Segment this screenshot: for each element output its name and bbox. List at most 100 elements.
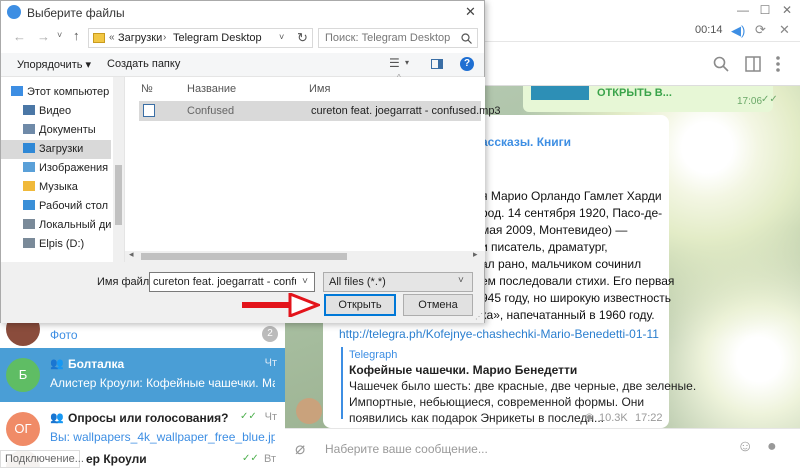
- dialog-titlebar: Выберите файлы ✕: [1, 1, 484, 23]
- read-check-icon: ✓✓: [761, 94, 778, 105]
- resize-grip-icon[interactable]: ⋰: [475, 312, 483, 321]
- chat-time: Вт: [264, 453, 277, 465]
- table-row[interactable]: Confused cureton feat. joegarratt - conf…: [139, 101, 501, 121]
- address-bar[interactable]: « Загрузки › Telegram Desktop ˅ ↻: [88, 28, 313, 48]
- audio-file-icon: [143, 104, 155, 117]
- tree-scrollbar[interactable]: [113, 77, 124, 262]
- drive-icon: [23, 238, 35, 248]
- search-input[interactable]: Поиск: Telegram Desktop: [318, 28, 478, 48]
- avatar[interactable]: [296, 398, 322, 424]
- scrollbar-thumb[interactable]: [141, 253, 347, 260]
- chat-list-item-selected[interactable]: Б 👥 Болталка Чт Алистер Кроули: Кофейные…: [0, 348, 285, 402]
- search-placeholder: Поиск: Telegram Desktop: [325, 32, 451, 44]
- scrollbar-thumb[interactable]: [115, 165, 122, 225]
- sort-indicator-icon: ^: [397, 73, 401, 82]
- chat-time: Чт: [264, 411, 277, 423]
- thumbnail-image: [531, 86, 589, 100]
- chat-time: Чт: [264, 357, 277, 369]
- tree-item-elpis[interactable]: Elpis (D:): [1, 235, 111, 254]
- tree-item-label: Этот компьютер: [27, 86, 110, 98]
- player-time: 00:14: [695, 24, 723, 36]
- column-header-name[interactable]: Имя: [309, 83, 330, 95]
- attach-icon[interactable]: ⌀: [295, 439, 305, 459]
- new-folder-button[interactable]: Создать папку: [107, 58, 180, 70]
- tree-item-video[interactable]: Видео: [1, 102, 111, 121]
- tree-item-label: Локальный дис: [39, 219, 111, 231]
- file-type-value: All files (*.*): [329, 276, 386, 288]
- scroll-left-icon[interactable]: ◂: [129, 249, 134, 260]
- address-dropdown-icon[interactable]: ˅: [279, 32, 284, 42]
- scroll-right-icon[interactable]: ▸: [473, 249, 478, 260]
- tree-item-label: Музыка: [39, 181, 78, 193]
- chat-message-preview: Фото: [50, 328, 78, 342]
- tree-item-label: Elpis (D:): [39, 238, 85, 250]
- chat-list-item[interactable]: ОГ 👥 Опросы или голосования? ✓✓ Чт Вы: w…: [0, 402, 285, 456]
- open-in-label[interactable]: ОТКРЫТЬ В...: [597, 87, 672, 99]
- volume-icon[interactable]: ◀): [731, 23, 745, 39]
- repeat-icon[interactable]: ⟳: [755, 22, 766, 38]
- cancel-button[interactable]: Отмена: [403, 294, 473, 316]
- breadcrumb-item[interactable]: Telegram Desktop: [173, 32, 262, 44]
- tree-item-images[interactable]: Изображения: [1, 159, 111, 178]
- preview-line: появились как подарок Энрикеты в последн…: [349, 411, 604, 425]
- message-input[interactable]: Наберите ваше сообщение...: [325, 442, 488, 456]
- downloads-folder-icon: [23, 143, 35, 153]
- body-line: ал рано, мальчиком сочинил: [481, 257, 642, 271]
- chat-name: ер Кроули: [86, 452, 147, 466]
- organize-button[interactable]: Упорядочить ▾: [17, 58, 91, 71]
- documents-folder-icon: [23, 124, 35, 134]
- tree-item-label: Изображения: [39, 162, 109, 174]
- search-icon[interactable]: [713, 56, 729, 72]
- tree-item-downloads[interactable]: Загрузки: [1, 140, 111, 159]
- file-list: № Название Имя ^ Confused cureton feat. …: [125, 73, 501, 262]
- file-title: Confused: [187, 105, 235, 117]
- message-bubble-pinned: ОТКРЫТЬ В... 17:06 ✓✓: [523, 86, 778, 112]
- sidebar-toggle-icon[interactable]: [745, 56, 761, 72]
- microphone-icon[interactable]: ●: [767, 438, 777, 456]
- close-icon[interactable]: ✕: [465, 4, 476, 20]
- file-type-select[interactable]: All files (*.*) ˅: [323, 272, 473, 292]
- filename-dropdown-icon[interactable]: ˅: [296, 273, 314, 291]
- view-options-icon[interactable]: ☰: [389, 56, 400, 70]
- avatar: Б: [6, 358, 40, 392]
- group-icon: 👥: [50, 412, 64, 424]
- column-header-title[interactable]: Название: [187, 83, 236, 95]
- recent-dropdown-icon[interactable]: ˅: [57, 30, 62, 40]
- emoji-icon[interactable]: ☺: [737, 438, 753, 456]
- horizontal-scrollbar[interactable]: ◂ ▸: [125, 249, 485, 262]
- body-line: род. 14 сентября 1920, Пасо-де-: [481, 206, 663, 220]
- preview-pane-icon[interactable]: [431, 59, 443, 69]
- tree-item-documents[interactable]: Документы: [1, 121, 111, 140]
- tree-item-local-disk[interactable]: Локальный дис: [1, 216, 111, 235]
- up-arrow-icon[interactable]: ↑: [73, 28, 80, 43]
- body-line: мая 2009, Монтевидео) —: [481, 223, 628, 237]
- help-icon[interactable]: ?: [460, 57, 474, 71]
- filename-value: cureton feat. joegarratt - confused.mp3: [153, 276, 314, 288]
- tree-item-label: Загрузки: [39, 143, 84, 155]
- tree-item-music[interactable]: Музыка: [1, 178, 111, 197]
- chat-list: Фото 2 Б 👥 Болталка Чт Алистер Кроули: К…: [0, 310, 285, 468]
- back-arrow-icon[interactable]: ←: [13, 29, 26, 44]
- body-line: 945 году, но широкую известность: [481, 291, 672, 305]
- view-dropdown-icon[interactable]: ▾: [405, 58, 409, 67]
- close-player-icon[interactable]: ✕: [779, 22, 790, 38]
- tree-item-desktop[interactable]: Рабочий стол: [1, 197, 111, 216]
- channel-title[interactable]: ассказы. Книги: [481, 135, 571, 149]
- filename-input[interactable]: cureton feat. joegarratt - confused.mp3 …: [149, 272, 315, 292]
- minimize-icon[interactable]: —: [735, 2, 751, 18]
- computer-icon: [11, 86, 23, 96]
- article-link[interactable]: http://telegra.ph/Kofejnye-chashechki-Ma…: [339, 327, 659, 341]
- open-button[interactable]: Открыть: [324, 294, 396, 316]
- search-icon[interactable]: [461, 33, 472, 44]
- maximize-icon[interactable]: ☐: [757, 2, 773, 18]
- preview-bar: [341, 347, 343, 419]
- views-icon: ◉: [585, 412, 594, 423]
- close-icon[interactable]: ✕: [779, 2, 795, 18]
- more-menu-icon[interactable]: [775, 55, 781, 73]
- breadcrumb-item[interactable]: Загрузки: [118, 32, 162, 44]
- refresh-icon[interactable]: ↻: [297, 30, 308, 46]
- forward-arrow-icon[interactable]: →: [37, 29, 50, 44]
- column-header-number[interactable]: №: [141, 83, 153, 95]
- file-open-dialog: Выберите файлы ✕ ← → ˅ ↑ « Загрузки › Te…: [0, 0, 501, 323]
- tree-item-this-pc[interactable]: Этот компьютер: [1, 83, 111, 102]
